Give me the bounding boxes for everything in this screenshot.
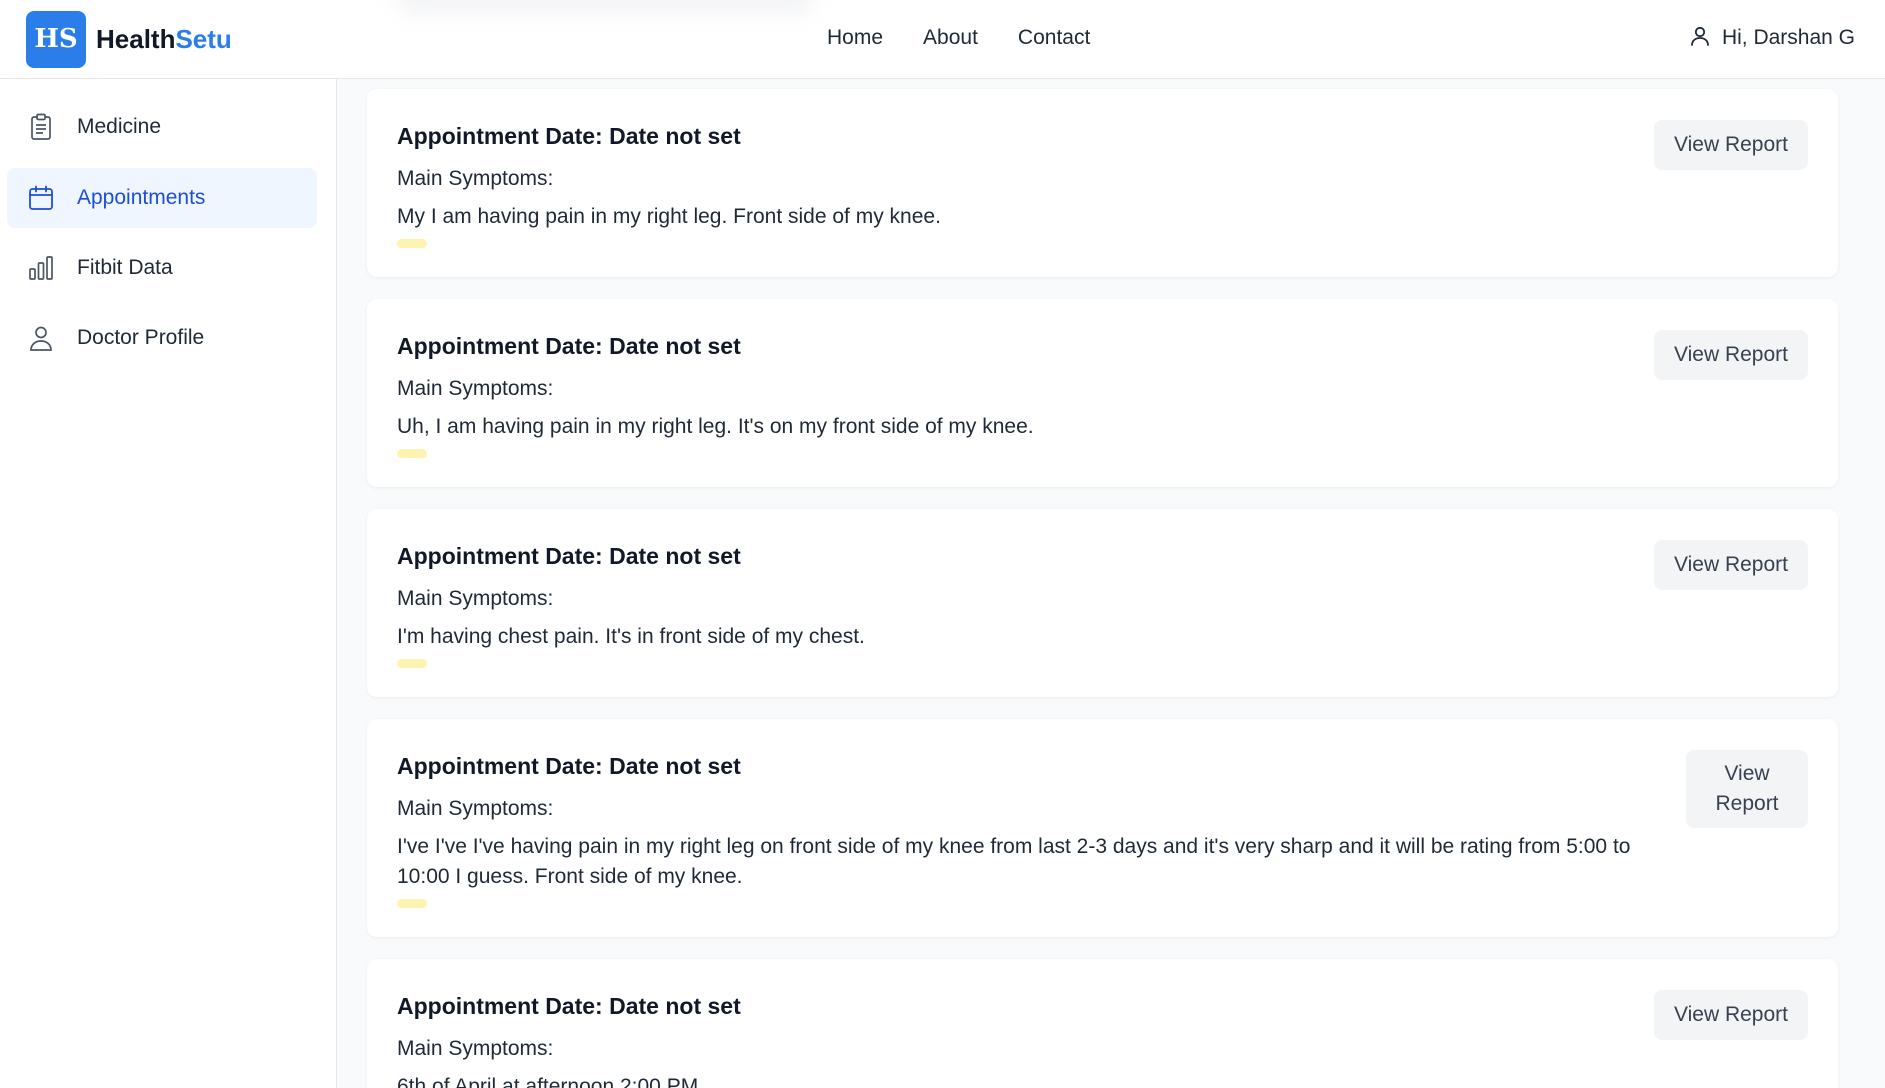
user-menu[interactable]: Hi, Darshan G: [1688, 22, 1855, 54]
view-report-button[interactable]: View Report: [1686, 750, 1808, 828]
sidebar-item-label: Medicine: [77, 115, 162, 138]
symptoms-label: Main Symptoms:: [397, 377, 554, 400]
logo-badge: HS: [26, 10, 86, 68]
appointment-date: Appointment Date: Date not set: [397, 993, 741, 1019]
calendar-icon: [27, 184, 55, 212]
symptoms-text: I'm having chest pain. It's in front sid…: [397, 625, 865, 648]
brand-name-part1: Health: [96, 23, 176, 54]
status-badge: [397, 659, 427, 668]
view-report-button[interactable]: View Report: [1654, 990, 1808, 1040]
symptoms-label: Main Symptoms:: [397, 167, 554, 190]
appointment-card: Appointment Date: Date not set Main Symp…: [367, 719, 1838, 937]
status-badge: [397, 899, 427, 908]
sidebar-item-label: Fitbit Data: [77, 256, 173, 279]
appointment-date: Appointment Date: Date not set: [397, 123, 741, 149]
view-report-button[interactable]: View Report: [1654, 540, 1808, 590]
view-report-button[interactable]: View Report: [1654, 120, 1808, 170]
appointment-card: Appointment Date: Date not set Main Symp…: [367, 299, 1838, 487]
symptoms-text: 6th of April at afternoon 2:00 PM: [397, 1075, 699, 1088]
sidebar-item-label: Appointments: [77, 186, 206, 209]
top-header: HS HealthSetu Home About Contact Hi, Dar…: [0, 0, 1885, 79]
appointment-card: Appointment Date: Date not set Main Symp…: [367, 89, 1838, 277]
symptoms-label: Main Symptoms:: [397, 587, 554, 610]
bar-chart-icon: [27, 254, 55, 282]
sidebar-item-appointments[interactable]: Appointments: [7, 168, 317, 228]
sidebar-item-doctor-profile[interactable]: Doctor Profile: [7, 308, 317, 368]
sidebar-item-label: Doctor Profile: [77, 326, 205, 349]
top-nav: Home About Contact: [827, 22, 1090, 54]
symptoms-label: Main Symptoms:: [397, 1037, 554, 1060]
symptoms-text: My I am having pain in my right leg. Fro…: [397, 205, 941, 228]
sidebar-item-fitbit-data[interactable]: Fitbit Data: [7, 238, 317, 298]
sidebar: Medicine Appointments Fitbit Data Doctor…: [0, 79, 337, 1088]
brand-logo[interactable]: HS HealthSetu: [26, 10, 232, 68]
view-report-button[interactable]: View Report: [1654, 330, 1808, 380]
symptoms-text: I've I've I've having pain in my right l…: [397, 835, 1631, 888]
symptoms-label: Main Symptoms:: [397, 797, 554, 820]
user-icon: [1688, 24, 1712, 53]
status-badge: [397, 239, 427, 248]
status-badge: [397, 449, 427, 458]
nav-contact-link[interactable]: Contact: [1018, 22, 1090, 54]
nav-about-link[interactable]: About: [923, 22, 978, 54]
sidebar-item-medicine[interactable]: Medicine: [7, 97, 317, 157]
appointment-date: Appointment Date: Date not set: [397, 753, 741, 779]
user-icon: [27, 324, 55, 352]
appointment-date: Appointment Date: Date not set: [397, 333, 741, 359]
appointment-card: Appointment Date: Date not set Main Symp…: [367, 509, 1838, 697]
user-greeting: Hi, Darshan G: [1721, 26, 1855, 49]
nav-home-link[interactable]: Home: [827, 22, 883, 54]
brand-name: HealthSetu: [96, 24, 232, 55]
appointment-date: Appointment Date: Date not set: [397, 543, 741, 569]
symptoms-text: Uh, I am having pain in my right leg. It…: [397, 415, 1034, 438]
appointment-card: Appointment Date: Date not set Main Symp…: [367, 959, 1838, 1088]
clipboard-icon: [27, 113, 55, 141]
brand-name-part2: Setu: [175, 23, 232, 54]
blurred-header-artifact: [395, 0, 815, 14]
